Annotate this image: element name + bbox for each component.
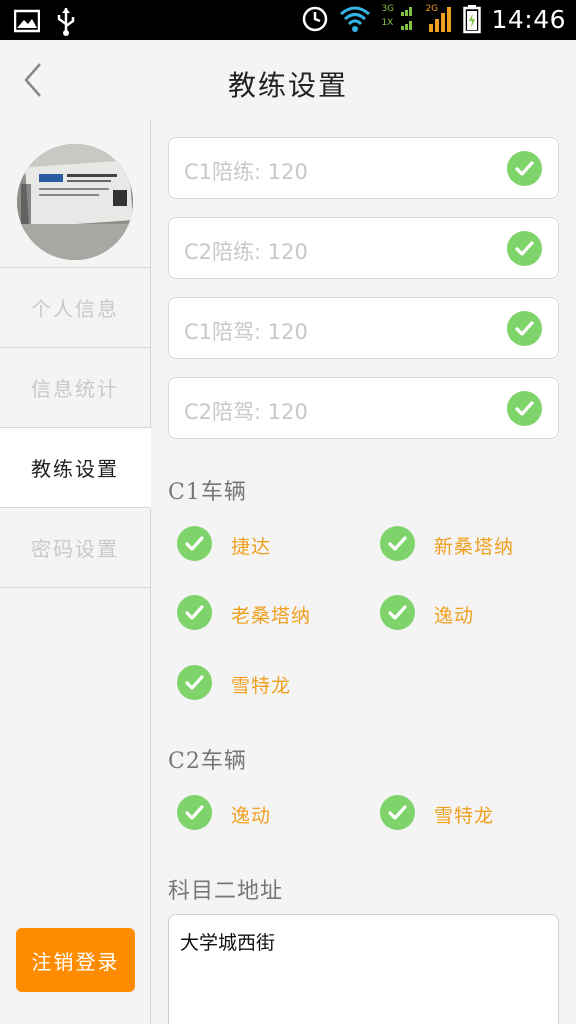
price-field-text: C1陪练: 120 bbox=[184, 160, 308, 184]
check-icon[interactable] bbox=[177, 595, 212, 630]
subject-two-address-title: 科目二地址 bbox=[168, 879, 284, 904]
c1-option-old-santana[interactable]: 老桑塔纳 bbox=[177, 595, 357, 631]
price-field-c1-escort[interactable]: C1陪驾: 120 bbox=[168, 297, 559, 359]
battery-icon bbox=[463, 5, 482, 34]
check-icon[interactable] bbox=[177, 526, 212, 561]
status-bar: 3G 1X 2G 14:46 bbox=[0, 0, 576, 40]
sidebar-item-password-settings[interactable]: 密码设置 bbox=[0, 508, 150, 588]
check-icon[interactable] bbox=[507, 151, 542, 186]
logout-button[interactable]: 注销登录 bbox=[16, 928, 135, 992]
check-icon[interactable] bbox=[177, 665, 212, 700]
check-icon[interactable] bbox=[380, 526, 415, 561]
price-field-c2-practice[interactable]: C2陪练: 120 bbox=[168, 217, 559, 279]
c2-option-yidong[interactable]: 逸动 bbox=[177, 795, 357, 831]
check-icon[interactable] bbox=[507, 231, 542, 266]
page-title: 教练设置 bbox=[227, 69, 348, 102]
address-value: 大学城西街 bbox=[180, 932, 276, 954]
price-field-text: C1陪驾: 120 bbox=[184, 320, 308, 344]
option-label: 逸动 bbox=[434, 605, 475, 627]
price-field-text: C2陪练: 120 bbox=[184, 240, 308, 264]
c1-vehicles-title: C1车辆 bbox=[168, 480, 247, 505]
sidebar-item-coach-settings[interactable]: 教练设置 bbox=[0, 428, 151, 508]
avatar[interactable] bbox=[17, 144, 133, 260]
address-input[interactable]: 大学城西街 bbox=[168, 914, 559, 1024]
option-label: 逸动 bbox=[231, 805, 272, 827]
check-icon[interactable] bbox=[507, 391, 542, 426]
sidebar: 个人信息 信息统计 教练设置 密码设置 注销登录 bbox=[0, 120, 151, 1024]
alarm-icon bbox=[303, 6, 328, 32]
price-field-text: C2陪驾: 120 bbox=[184, 400, 308, 424]
check-icon[interactable] bbox=[507, 311, 542, 346]
option-label: 新桑塔纳 bbox=[434, 536, 515, 558]
check-icon[interactable] bbox=[177, 795, 212, 830]
c1-option-yidong[interactable]: 逸动 bbox=[380, 595, 560, 631]
check-icon[interactable] bbox=[380, 595, 415, 630]
price-field-c2-escort[interactable]: C2陪驾: 120 bbox=[168, 377, 559, 439]
c2-vehicles-title: C2车辆 bbox=[168, 749, 247, 774]
check-icon[interactable] bbox=[380, 795, 415, 830]
avatar-section bbox=[0, 120, 150, 268]
c1-option-new-santana[interactable]: 新桑塔纳 bbox=[380, 526, 560, 562]
usb-icon bbox=[57, 8, 75, 36]
sidebar-item-personal-info[interactable]: 个人信息 bbox=[0, 268, 150, 348]
option-label: 雪特龙 bbox=[434, 805, 495, 827]
option-label: 老桑塔纳 bbox=[231, 605, 312, 627]
wifi-icon bbox=[340, 6, 371, 32]
c2-option-xuetelong[interactable]: 雪特龙 bbox=[380, 795, 560, 831]
clock-time: 14:46 bbox=[491, 4, 566, 34]
c1-option-jetta[interactable]: 捷达 bbox=[177, 526, 357, 562]
sidebar-item-statistics[interactable]: 信息统计 bbox=[0, 348, 150, 428]
app-header: 教练设置 bbox=[0, 40, 576, 122]
signal-icon: 3G 1X bbox=[381, 4, 415, 34]
option-label: 雪特龙 bbox=[231, 675, 292, 697]
c1-option-xuetelong[interactable]: 雪特龙 bbox=[177, 665, 357, 701]
option-label: 捷达 bbox=[231, 536, 272, 558]
gallery-icon bbox=[14, 9, 40, 33]
price-field-c1-practice[interactable]: C1陪练: 120 bbox=[168, 137, 559, 199]
signal-2g-icon: 2G bbox=[425, 4, 453, 34]
